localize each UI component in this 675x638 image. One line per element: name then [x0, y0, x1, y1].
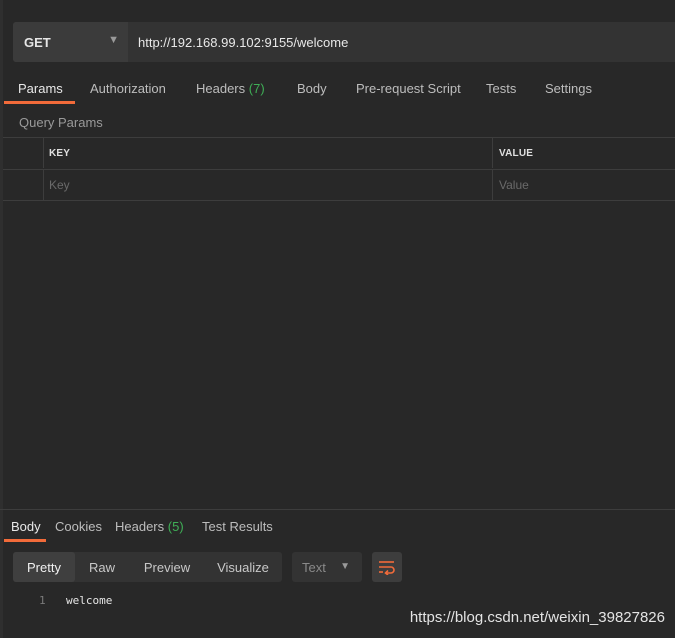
- format-selected: Text: [302, 559, 326, 575]
- view-visualize-button[interactable]: Visualize: [209, 552, 277, 582]
- key-input[interactable]: Key: [44, 170, 493, 200]
- params-header-row: KEY VALUE: [3, 138, 675, 168]
- active-tab-indicator: [4, 101, 75, 104]
- active-response-tab-indicator: [4, 539, 46, 542]
- wrap-lines-button[interactable]: [372, 552, 402, 582]
- method-label: GET: [24, 34, 51, 50]
- response-tab-test-results[interactable]: Test Results: [202, 519, 273, 534]
- headers-count: (7): [248, 81, 265, 96]
- params-table: KEY VALUE Key Value: [3, 137, 675, 201]
- checkbox-column-header: [3, 138, 44, 168]
- line-number: 1: [39, 594, 46, 607]
- method-select[interactable]: GET ▼: [13, 22, 128, 62]
- response-body-text[interactable]: welcome: [66, 594, 112, 607]
- value-input[interactable]: Value: [494, 170, 675, 200]
- response-tab-body[interactable]: Body: [11, 519, 41, 534]
- response-tab-cookies[interactable]: Cookies: [55, 519, 102, 534]
- row-checkbox-cell: [3, 170, 44, 200]
- view-raw-button[interactable]: Raw: [79, 552, 125, 582]
- watermark: https://blog.csdn.net/weixin_39827826: [409, 609, 665, 626]
- value-column-header: VALUE: [499, 147, 534, 159]
- wrap-lines-icon: [379, 561, 395, 575]
- key-column-header: KEY: [44, 138, 493, 168]
- request-url-bar: GET ▼ http://192.168.99.102:9155/welcome: [13, 22, 675, 62]
- response-tab-headers-label: Headers: [115, 519, 165, 534]
- chevron-down-icon: ▼: [108, 34, 119, 46]
- response-tabs: Body Cookies Headers (5) Test Results: [0, 510, 675, 540]
- tab-authorization[interactable]: Authorization: [90, 81, 166, 96]
- tab-headers-label: Headers: [196, 81, 246, 96]
- tab-settings[interactable]: Settings: [545, 81, 592, 96]
- tab-pre-request-script[interactable]: Pre-request Script: [356, 81, 461, 96]
- chevron-down-icon: ▼: [340, 561, 350, 572]
- tab-headers[interactable]: Headers (7): [196, 81, 265, 96]
- response-tab-headers[interactable]: Headers (5): [115, 519, 184, 534]
- tab-tests[interactable]: Tests: [486, 81, 516, 96]
- url-input[interactable]: http://192.168.99.102:9155/welcome: [128, 22, 675, 62]
- response-headers-count: (5): [167, 519, 184, 534]
- table-row: Key Value: [3, 169, 675, 200]
- format-select[interactable]: Text ▼: [292, 552, 362, 582]
- view-mode-group: Pretty Raw Preview Visualize: [13, 552, 282, 582]
- view-preview-button[interactable]: Preview: [133, 552, 201, 582]
- tab-body[interactable]: Body: [297, 81, 327, 96]
- request-tabs: Params Authorization Headers (7) Body Pr…: [0, 78, 675, 106]
- view-pretty-button[interactable]: Pretty: [13, 552, 75, 582]
- query-params-label: Query Params: [19, 115, 103, 130]
- tab-params[interactable]: Params: [18, 81, 63, 96]
